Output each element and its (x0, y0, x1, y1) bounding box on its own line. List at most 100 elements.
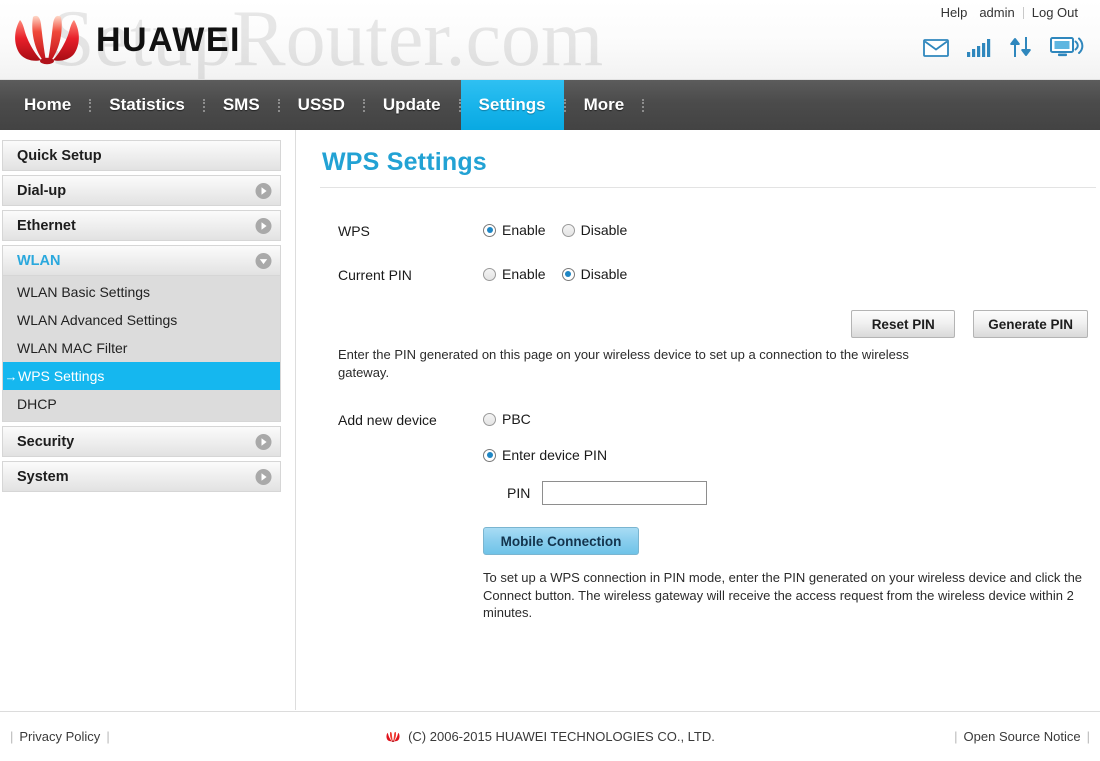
sidebar-subitem-label: WPS Settings (18, 368, 105, 384)
radio-button[interactable] (561, 267, 575, 281)
option-label: PBC (502, 411, 531, 428)
envelope-icon[interactable] (923, 38, 949, 58)
brand-logo: HUAWEI (8, 14, 241, 66)
data-transfer-icon[interactable] (1009, 36, 1033, 58)
pin-input[interactable] (542, 481, 708, 506)
header-links: Help admin Log Out (935, 5, 1084, 20)
nav-tab-ussd[interactable]: USSD (280, 80, 363, 130)
current-pin-enable-option[interactable]: Enable (483, 266, 546, 282)
help-link[interactable]: Help (935, 5, 974, 20)
page-footer: | Privacy Policy | (C) 2006-2015 HUAWEI … (0, 711, 1100, 761)
wps-radio-group: Enable Disable (483, 222, 627, 238)
sidebar-item-quick-setup[interactable]: Quick Setup (2, 140, 281, 171)
pin-help-text: Enter the PIN generated on this page on … (338, 347, 909, 380)
active-arrow-icon: → (4, 368, 18, 384)
sidebar-group-wlan: WLAN WLAN Basic Settings WLAN Advanced S… (2, 245, 281, 422)
sidebar-subitem-label: WLAN MAC Filter (17, 340, 128, 356)
option-label: Disable (580, 266, 628, 282)
signal-bars-icon[interactable] (966, 38, 992, 58)
content-panel: WPS Settings WPS Enable Disable Current … (296, 130, 1100, 710)
chevron-right-icon (255, 468, 272, 485)
wps-label: WPS (338, 223, 370, 239)
brand-name: HUAWEI (96, 20, 241, 59)
router-admin-page: SetupRouter.com HUAWEI Help admin Log Ou… (0, 0, 1100, 761)
sidebar-submenu-wlan: WLAN Basic Settings WLAN Advanced Settin… (2, 276, 281, 422)
sidebar-subitem-label: WLAN Basic Settings (17, 284, 151, 300)
sidebar-item-dial-up[interactable]: Dial-up (2, 175, 281, 206)
mobile-connection-button[interactable]: Mobile Connection (483, 527, 639, 556)
sidebar-group-quick-setup: Quick Setup (2, 140, 281, 171)
sidebar-item-wps-settings[interactable]: → WPS Settings (3, 362, 280, 390)
radio-button[interactable] (483, 267, 496, 281)
sidebar-item-ethernet[interactable]: Ethernet (2, 210, 281, 241)
sidebar-item-label: System (17, 468, 69, 485)
sidebar-item-dhcp[interactable]: DHCP (3, 390, 280, 418)
add-new-device-options: PBC Enter device PIN PIN Mobile Connecti (483, 411, 1095, 622)
nav-tab-update[interactable]: Update (365, 80, 459, 130)
page-title: WPS Settings (322, 148, 487, 176)
pin-field-label: PIN (507, 485, 531, 502)
copyright-text: (C) 2006-2015 HUAWEI TECHNOLOGIES CO., L… (408, 729, 715, 744)
footer-bar: | (954, 729, 958, 744)
nav-tab-settings[interactable]: Settings (460, 80, 564, 130)
footer-bar: | (1086, 729, 1090, 744)
sidebar: Quick Setup Dial-up Ethernet WLAN WLAN B… (0, 130, 296, 710)
sidebar-item-wlan[interactable]: WLAN (2, 245, 281, 276)
device-broadcast-icon[interactable] (1050, 36, 1084, 58)
form-row-wps: WPS Enable Disable (338, 222, 1100, 239)
sidebar-group-system: System (2, 461, 281, 492)
sidebar-item-wlan-basic-settings[interactable]: WLAN Basic Settings (3, 278, 280, 306)
sidebar-item-wlan-advanced-settings[interactable]: WLAN Advanced Settings (3, 306, 280, 334)
sidebar-item-label: Dial-up (17, 182, 67, 199)
option-label: Enable (502, 222, 546, 238)
current-pin-radio-group: Enable Disable (483, 266, 627, 282)
header-divider (1022, 6, 1024, 19)
open-source-notice-link[interactable]: Open Source Notice (964, 729, 1081, 744)
nav-tab-more[interactable]: More (566, 80, 643, 130)
sidebar-item-wlan-mac-filter[interactable]: WLAN MAC Filter (3, 334, 280, 362)
sidebar-group-security: Security (2, 426, 281, 457)
connect-help-text: To set up a WPS connection in PIN mode, … (483, 570, 1083, 621)
sidebar-group-dial-up: Dial-up (2, 175, 281, 206)
main-navigation: Home Statistics SMS USSD Update Settings… (0, 80, 1100, 130)
option-label: Enable (502, 266, 546, 282)
nav-tab-home[interactable]: Home (6, 80, 89, 130)
sidebar-item-label: Ethernet (17, 217, 76, 234)
pbc-option[interactable]: PBC (483, 411, 1095, 427)
radio-button[interactable] (483, 223, 496, 237)
chevron-right-icon (255, 217, 272, 234)
reset-pin-button[interactable]: Reset PIN (851, 310, 956, 338)
page-body: Quick Setup Dial-up Ethernet WLAN WLAN B… (0, 130, 1100, 710)
pin-input-row: PIN (507, 481, 1095, 506)
admin-link[interactable]: admin (973, 5, 1020, 20)
wps-settings-form: WPS Enable Disable Current PIN Enable Di… (320, 188, 1100, 622)
enter-device-pin-option[interactable]: Enter device PIN (483, 447, 1095, 463)
radio-button[interactable] (561, 223, 575, 237)
chevron-down-icon (255, 252, 272, 269)
radio-button[interactable] (483, 412, 496, 426)
pin-buttons-row: Reset PIN Generate PIN (338, 310, 1100, 338)
huawei-flower-logo-icon (386, 731, 400, 742)
logout-link[interactable]: Log Out (1026, 5, 1084, 20)
chevron-right-icon (255, 433, 272, 450)
sidebar-item-system[interactable]: System (2, 461, 281, 492)
radio-button[interactable] (483, 448, 496, 462)
wps-disable-option[interactable]: Disable (561, 222, 627, 238)
sidebar-group-ethernet: Ethernet (2, 210, 281, 241)
page-header: SetupRouter.com HUAWEI Help admin Log Ou… (0, 0, 1100, 80)
current-pin-label: Current PIN (338, 267, 412, 283)
generate-pin-button[interactable]: Generate PIN (973, 310, 1088, 338)
footer-center: (C) 2006-2015 HUAWEI TECHNOLOGIES CO., L… (0, 729, 1100, 744)
nav-tab-sms[interactable]: SMS (205, 80, 278, 130)
sidebar-item-security[interactable]: Security (2, 426, 281, 457)
wps-enable-option[interactable]: Enable (483, 222, 546, 238)
form-row-current-pin: Current PIN Enable Disable (338, 266, 1100, 283)
sidebar-item-label: Security (17, 433, 75, 450)
sidebar-item-label: Quick Setup (17, 147, 102, 164)
huawei-flower-logo-icon (15, 15, 79, 65)
add-new-device-label: Add new device (338, 412, 437, 429)
current-pin-disable-option[interactable]: Disable (561, 266, 628, 282)
sidebar-subitem-label: WLAN Advanced Settings (17, 312, 178, 328)
nav-tab-statistics[interactable]: Statistics (91, 80, 203, 130)
form-row-add-new-device: Add new device PBC Enter device PIN PIN … (338, 411, 1100, 622)
